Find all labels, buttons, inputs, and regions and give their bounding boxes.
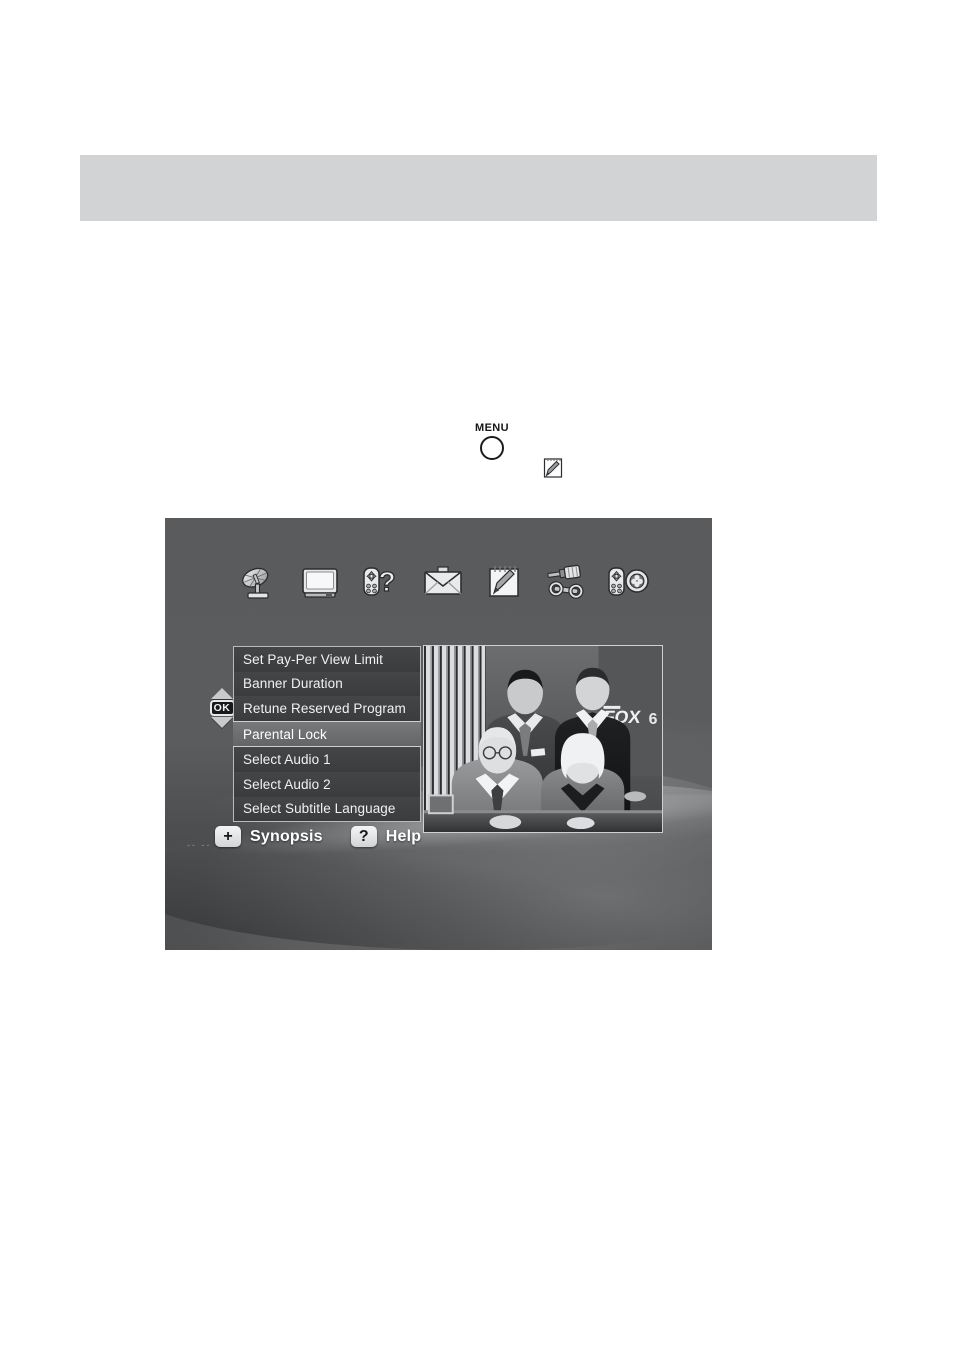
notepad-pencil-icon[interactable] [480,557,530,607]
menu-item-set-pay-per-view-limit[interactable]: Set Pay-Per View Limit [234,647,420,672]
tv-screen: ? OK Set Pay-Per View Limit Banner Durat… [165,518,712,950]
question-glyph: ? [358,827,369,845]
ok-badge[interactable]: OK [209,700,235,716]
menu-button-label: MENU [475,422,509,434]
page-header-band-text [80,155,877,191]
menu-item-retune-reserved-program[interactable]: Retune Reserved Program [234,696,420,721]
news-team-photo: FOX 6 [424,646,662,832]
synopsis-button[interactable]: + Synopsis [215,826,323,847]
plus-glyph: + [223,827,233,845]
tv-tick-marks: -- -- [187,840,212,850]
satellite-dish-icon[interactable] [233,557,283,607]
menu-item-banner-duration[interactable]: Banner Duration [234,671,420,697]
program-preview[interactable]: FOX 6 [423,645,663,833]
help-button[interactable]: ? Help [350,826,422,847]
menu-item-select-subtitle-language[interactable]: Select Subtitle Language [234,796,420,822]
menu-item-select-audio-1[interactable]: Select Audio 1 [234,747,420,772]
notepad-pencil-icon [541,456,565,480]
menu-item-parental-lock[interactable]: Parental Lock [233,720,421,748]
page-header-band [80,155,877,221]
question-mark-icon: ? [350,826,377,847]
screwdriver-wrench-icon[interactable] [541,557,591,607]
svg-text:6: 6 [649,711,658,728]
remote-question-icon[interactable]: ? [356,557,406,607]
svg-text:?: ? [379,566,396,597]
menu-item-select-audio-2[interactable]: Select Audio 2 [234,771,420,797]
tv-icon-toolbar: ? [233,554,653,610]
menu-button-circle-icon [480,436,504,460]
envelope-icon[interactable] [418,557,468,607]
remote-clover-icon[interactable] [603,557,653,607]
triangle-down-icon[interactable] [211,717,233,728]
plus-icon: + [215,826,241,847]
settings-menu-panel: Set Pay-Per View Limit Banner Duration R… [233,646,421,823]
television-icon[interactable] [295,557,345,607]
synopsis-label: Synopsis [250,827,323,845]
triangle-up-icon[interactable] [211,688,233,699]
menu-nav-cluster: OK [209,688,235,728]
help-label: Help [385,827,422,845]
menu-button-callout: MENU [468,422,516,460]
tv-action-bar: + Synopsis ? Help [215,826,421,847]
